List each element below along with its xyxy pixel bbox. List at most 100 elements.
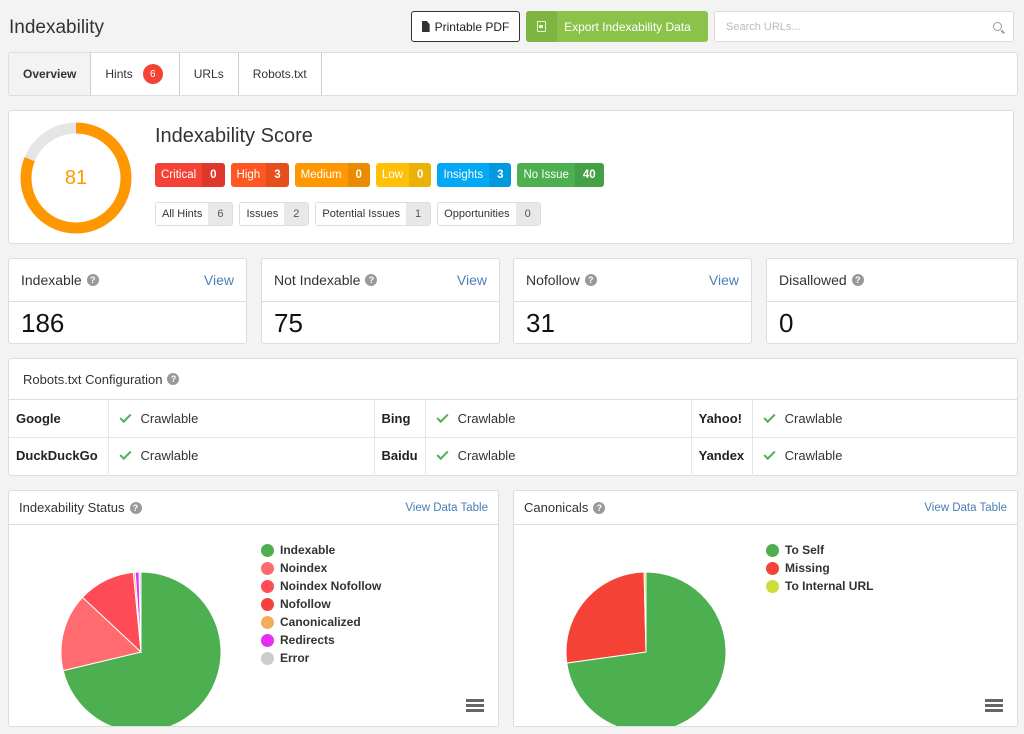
legend-item-nofollow[interactable]: Nofollow: [261, 595, 381, 613]
hint-filter-opportunities[interactable]: Opportunities 0: [437, 202, 541, 226]
legend-item-indexable[interactable]: Indexable: [261, 541, 381, 559]
severity-label: Critical: [155, 163, 203, 187]
check-icon: [763, 448, 776, 461]
stat-card-indexable: Indexable? View 186: [8, 258, 247, 344]
legend-item-noindex-nofollow[interactable]: Noindex Nofollow: [261, 577, 381, 595]
legend-label: To Internal URL: [785, 579, 874, 593]
hint-filter-label: Potential Issues: [316, 203, 407, 225]
tab-hints[interactable]: Hints 6: [91, 53, 180, 95]
hint-filter-all-hints[interactable]: All Hints 6: [155, 202, 234, 226]
stat-value: 31: [526, 308, 555, 338]
severity-label: Insights: [437, 163, 490, 187]
help-icon[interactable]: ?: [167, 373, 180, 385]
chart-menu-icon[interactable]: [985, 699, 1003, 712]
search-engine-name: Bing: [374, 400, 426, 438]
legend-item-noindex[interactable]: Noindex: [261, 559, 381, 577]
help-icon[interactable]: ?: [584, 274, 597, 286]
tab-urls[interactable]: URLs: [180, 53, 239, 95]
view-data-table-link[interactable]: View Data Table: [924, 502, 1007, 514]
search-engine-name: Google: [9, 400, 109, 438]
legend-item-canonicalized[interactable]: Canonicalized: [261, 613, 381, 631]
indexability-status-chart-card: Indexability Status? View Data Table Inde…: [8, 490, 499, 727]
view-link[interactable]: View: [709, 272, 739, 288]
crawl-status-text: Crawlable: [457, 448, 516, 464]
legend-label: To Self: [785, 543, 825, 557]
legend-item-to-internal-url[interactable]: To Internal URL: [766, 577, 873, 595]
severity-label: Medium: [294, 163, 348, 187]
severity-pill-low[interactable]: Low 0: [375, 163, 432, 187]
help-icon[interactable]: ?: [365, 274, 378, 286]
crawl-status-text: Crawlable: [784, 448, 843, 464]
chart-legend: To Self Missing To Internal URL: [766, 541, 873, 595]
check-icon: [118, 410, 132, 423]
chart-menu-icon[interactable]: [466, 699, 484, 712]
legend-label: Canonicalized: [280, 615, 361, 629]
stat-label: Not Indexable: [274, 272, 361, 288]
severity-pill-medium[interactable]: Medium 0: [294, 163, 370, 187]
check-icon: [118, 448, 132, 461]
legend-label: Missing: [785, 561, 830, 575]
hint-filter-count: 6: [208, 203, 233, 225]
search-input[interactable]: [715, 12, 1013, 41]
severity-label: Low: [375, 163, 410, 187]
legend-label: Noindex: [280, 561, 328, 575]
canonicals-chart-card: Canonicals? View Data Table To Self Missin…: [513, 490, 1018, 727]
view-link[interactable]: View: [457, 272, 487, 288]
severity-label: No Issue: [517, 163, 575, 187]
hint-filter-potential-issues[interactable]: Potential Issues 1: [315, 202, 432, 226]
search-box: [714, 11, 1014, 42]
pie-slice-missing[interactable]: [565, 571, 647, 664]
indexability-score-card: 81 Indexability Score Critical 0 High 3 Medi…: [8, 110, 1014, 244]
legend-item-missing[interactable]: Missing: [766, 559, 873, 577]
robots-row: DuckDuckGo Crawlable Baidu Crawlable Yandex C…: [9, 437, 1017, 474]
robots-config-table: Google Crawlable Bing Crawlable Yahoo! Crawla…: [9, 400, 1017, 474]
export-data-button[interactable]: Export Indexability Data: [526, 11, 708, 42]
severity-count: 40: [574, 163, 604, 187]
legend-marker: [261, 651, 274, 665]
tab-overview[interactable]: Overview: [9, 53, 92, 95]
stat-card-not-indexable: Not Indexable? View 75: [261, 258, 500, 344]
severity-pill-insights[interactable]: Insights 3: [437, 163, 512, 187]
legend-marker: [766, 579, 779, 593]
tab-label: URLs: [193, 67, 224, 81]
robots-config-title: Robots.txt Configuration: [23, 371, 163, 387]
severity-pill-high[interactable]: High 3: [230, 163, 289, 187]
help-icon[interactable]: ?: [851, 274, 864, 286]
search-engine-name: Yahoo!: [691, 400, 753, 438]
severity-label: High: [230, 163, 267, 187]
hint-filter-count: 0: [515, 203, 540, 225]
stat-card-disallowed: Disallowed? 0: [766, 258, 1018, 344]
severity-count: 0: [347, 163, 370, 187]
score-title: Indexability Score: [155, 125, 313, 147]
view-data-table-link[interactable]: View Data Table: [405, 502, 488, 514]
legend-item-to-self[interactable]: To Self: [766, 541, 873, 559]
crawl-status: Crawlable: [108, 400, 375, 438]
hint-filter-issues[interactable]: Issues 2: [239, 202, 310, 226]
severity-count: 0: [202, 163, 225, 187]
help-icon[interactable]: ?: [86, 274, 99, 286]
legend-marker: [261, 597, 274, 611]
hint-filter-label: All Hints: [156, 203, 209, 225]
legend-item-redirects[interactable]: Redirects: [261, 631, 381, 649]
severity-count: 0: [409, 163, 432, 187]
printable-pdf-button[interactable]: Printable PDF: [411, 11, 520, 42]
tab-bar: Overview Hints 6 URLs Robots.txt: [8, 52, 1018, 96]
stat-label: Disallowed: [779, 272, 847, 288]
legend-marker: [261, 579, 274, 593]
document-icon: [421, 21, 430, 32]
severity-pill-critical[interactable]: Critical 0: [155, 163, 225, 187]
severity-pills: Critical 0 High 3 Medium 0 Low 0 Insights 3 No Iss…: [155, 163, 604, 187]
search-icon[interactable]: [993, 22, 1002, 31]
legend-item-error[interactable]: Error: [261, 649, 381, 667]
view-link[interactable]: View: [204, 272, 234, 288]
stat-value: 0: [779, 308, 794, 338]
tab-label: Hints: [105, 67, 133, 81]
severity-pill-no-issue[interactable]: No Issue 40: [517, 163, 604, 187]
crawl-status: Crawlable: [752, 437, 1017, 474]
crawl-status: Crawlable: [425, 437, 692, 474]
severity-count: 3: [266, 163, 289, 187]
tab-robots-txt[interactable]: Robots.txt: [239, 53, 322, 95]
help-icon[interactable]: ?: [593, 501, 606, 514]
help-icon[interactable]: ?: [129, 501, 142, 514]
stat-value: 186: [21, 308, 65, 338]
